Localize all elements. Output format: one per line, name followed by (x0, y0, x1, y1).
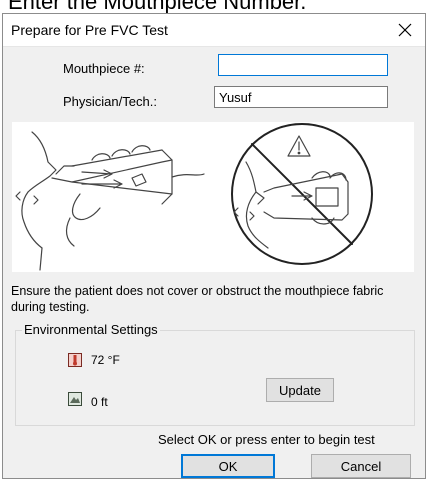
instruction-drawing (15, 123, 373, 271)
mouthpiece-input[interactable] (218, 54, 388, 76)
dialog-title: Prepare for Pre FVC Test (11, 22, 168, 38)
close-icon (398, 23, 412, 37)
page-caption: Enter the Mouthpiece Number. (8, 0, 307, 14)
mouthpiece-label: Mouthpiece #: (63, 61, 145, 76)
mountain-icon (68, 392, 82, 406)
begin-test-instruction: Select OK or press enter to begin test (158, 432, 375, 447)
close-button[interactable] (385, 14, 425, 46)
altitude-value: 0 ft (91, 395, 108, 409)
mouthpiece-instruction-illustration (12, 122, 414, 272)
temperature-value: 72 °F (91, 353, 120, 367)
obstruction-notice: Ensure the patient does not cover or obs… (11, 284, 384, 314)
update-button[interactable]: Update (266, 378, 334, 402)
prepare-test-dialog: Prepare for Pre FVC Test Mouthpiece #: P… (2, 13, 426, 479)
cancel-button[interactable]: Cancel (311, 454, 411, 478)
thermometer-icon (68, 353, 82, 367)
environmental-settings-group: Environmental Settings 72 °F 0 ft Update (15, 322, 415, 426)
dialog-titlebar: Prepare for Pre FVC Test (3, 14, 425, 47)
physician-input[interactable] (214, 86, 388, 108)
physician-label: Physician/Tech.: (63, 94, 157, 109)
ok-button[interactable]: OK (181, 454, 275, 478)
environmental-settings-label: Environmental Settings (22, 322, 160, 337)
